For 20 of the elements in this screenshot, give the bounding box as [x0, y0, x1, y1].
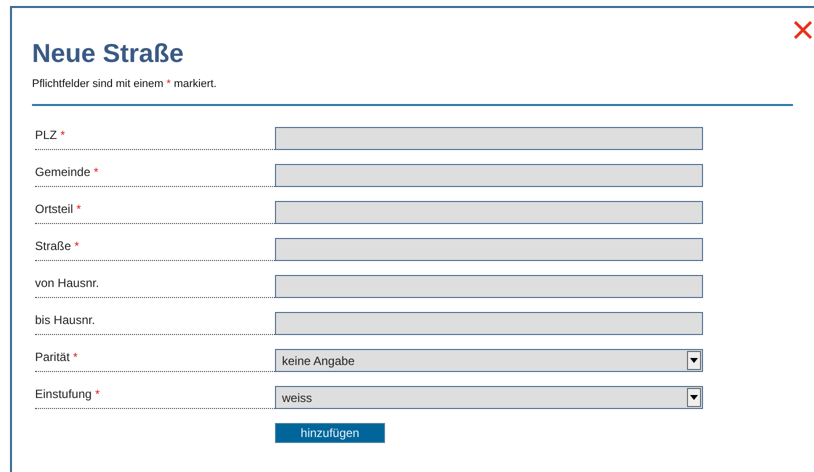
- field-label: Straße *: [35, 238, 80, 253]
- input-field[interactable]: [275, 127, 703, 150]
- input-field[interactable]: [275, 164, 703, 187]
- dropdown-field[interactable]: keine Angabe: [275, 349, 703, 372]
- field-label: PLZ *: [35, 127, 66, 142]
- input-field[interactable]: [275, 201, 703, 224]
- input-field[interactable]: [275, 275, 703, 298]
- field-label: Parität *: [35, 349, 78, 364]
- field-label: von Hausnr.: [35, 275, 100, 290]
- dialog-title: Neue Straße: [32, 38, 185, 68]
- add-button[interactable]: hinzufügen: [275, 423, 385, 443]
- close-icon[interactable]: [793, 20, 813, 40]
- input-field[interactable]: [275, 312, 703, 335]
- field-label: Gemeinde *: [35, 164, 98, 179]
- input-field[interactable]: [275, 238, 703, 261]
- field-label: Einstufung *: [35, 386, 100, 401]
- field-label: Ortsteil *: [35, 201, 82, 216]
- field-label: bis Hausnr.: [35, 312, 96, 327]
- dropdown-field[interactable]: weiss: [275, 386, 703, 409]
- required-fields-note: Pflichtfelder sind mit einem * markiert.: [32, 78, 218, 90]
